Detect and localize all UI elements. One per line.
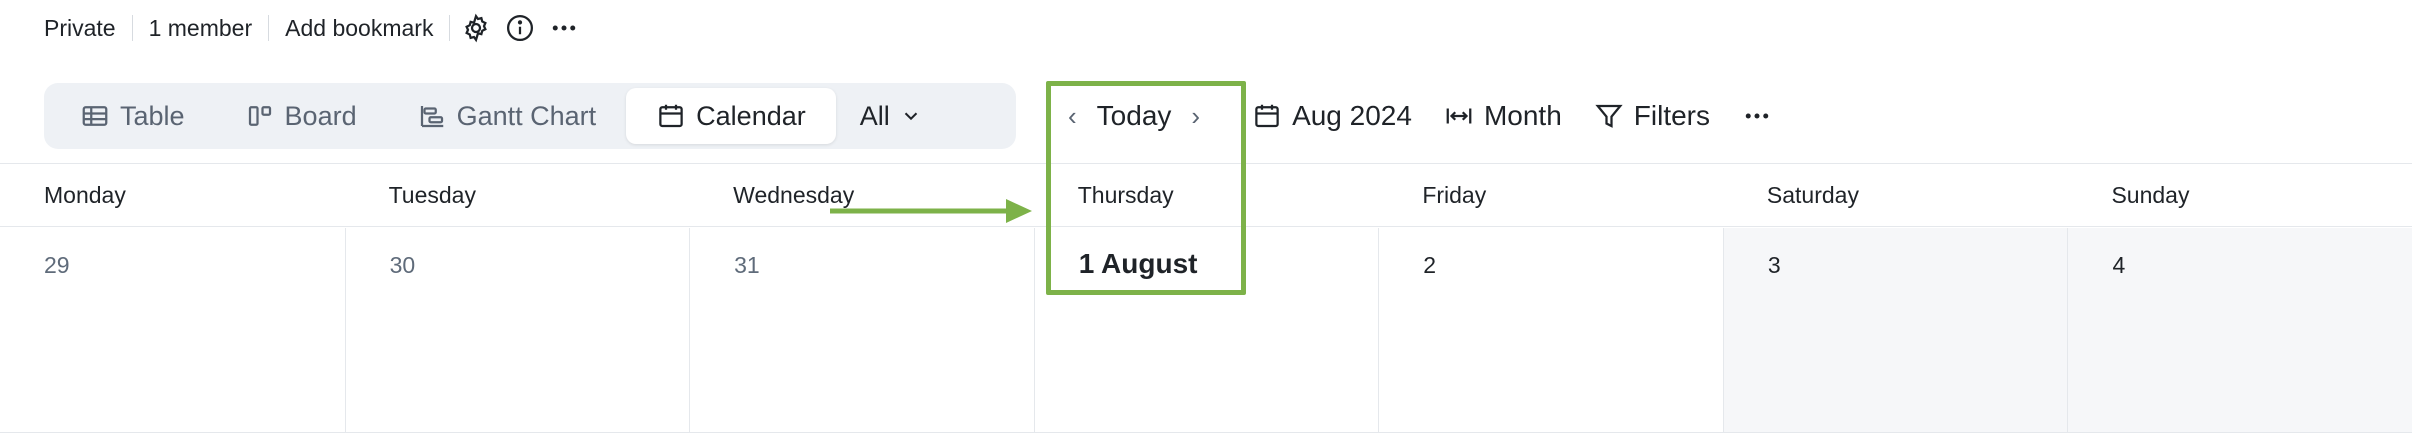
tab-gantt-label: Gantt Chart [456,100,597,131]
filters-label: Filters [1633,100,1711,131]
gear-icon[interactable] [458,10,494,46]
day-cell-weekend[interactable]: 4 [2067,228,2412,432]
range-label: Month [1483,100,1562,131]
day-number: 30 [389,252,416,278]
calendar-icon [659,104,683,128]
weekday-header: Monday Tuesday Wednesday Thursday Friday… [0,164,2412,227]
chevron-left-icon[interactable]: ‹ [1068,101,1077,132]
day-number: 2 [1423,252,1437,278]
board-icon [248,106,271,126]
filter-icon [1595,104,1623,128]
day-number: 4 [2112,252,2126,278]
weekday-tuesday: Tuesday [388,181,476,208]
view-all-dropdown[interactable]: All [836,88,946,144]
filters-button[interactable]: Filters [1594,100,1710,132]
today-navigator: ‹ Today › [1060,100,1208,132]
date-picker-button[interactable]: Aug 2024 [1252,100,1412,132]
today-button[interactable]: Today [1097,100,1172,132]
chevron-right-icon[interactable]: › [1191,101,1200,132]
range-icon [1446,108,1472,124]
day-number: 3 [1767,252,1781,278]
day-cell[interactable]: 2 [1378,228,1723,432]
gantt-icon [420,106,443,128]
day-cell-today[interactable]: 1 August [1033,228,1379,432]
more-options-button[interactable] [1742,101,1772,131]
weekday-sunday: Sunday [2111,181,2190,208]
view-switcher: Table Board Gantt Chart Calendar All [44,83,1016,149]
add-bookmark-button[interactable]: Add bookmark [269,15,449,42]
day-number: 29 [44,252,70,278]
view-all-label: All [859,100,890,131]
day-number: 1 August [1078,248,1198,279]
divider [449,15,451,41]
weekday-friday: Friday [1422,181,1487,208]
tab-board-label: Board [284,100,357,131]
weekday-wednesday: Wednesday [733,181,855,208]
day-cell[interactable]: 30 [344,228,690,432]
week-row: 29 30 31 1 August 2 3 4 [0,228,2412,433]
calendar-icon [1255,104,1279,128]
day-cell[interactable]: 29 [0,228,345,432]
day-cell-weekend[interactable]: 3 [1722,228,2068,432]
weekday-monday: Monday [44,181,126,208]
day-number: 31 [734,252,760,278]
chevron-down-icon [904,112,917,121]
weekday-saturday: Saturday [1766,181,1859,208]
members-label[interactable]: 1 member [133,15,269,42]
tab-gantt[interactable]: Gantt Chart [387,88,627,144]
range-button[interactable]: Month [1444,100,1562,132]
tab-table-label: Table [120,100,185,131]
info-icon[interactable] [502,10,538,46]
tab-calendar[interactable]: Calendar [626,88,836,144]
weekday-thursday: Thursday [1077,181,1174,208]
tab-table[interactable]: Table [50,88,215,144]
calendar-toolbar: ‹ Today › Aug 2024 Month Filters [1060,83,1772,149]
more-icon [1745,113,1769,119]
date-picker-label: Aug 2024 [1292,100,1412,131]
more-icon[interactable] [546,10,582,46]
day-cell[interactable]: 31 [689,228,1034,432]
visibility-label[interactable]: Private [44,15,132,42]
tab-calendar-label: Calendar [696,100,806,131]
tab-board[interactable]: Board [215,88,387,144]
meta-bar: Private 1 member Add bookmark [44,10,582,46]
table-icon [82,106,108,126]
